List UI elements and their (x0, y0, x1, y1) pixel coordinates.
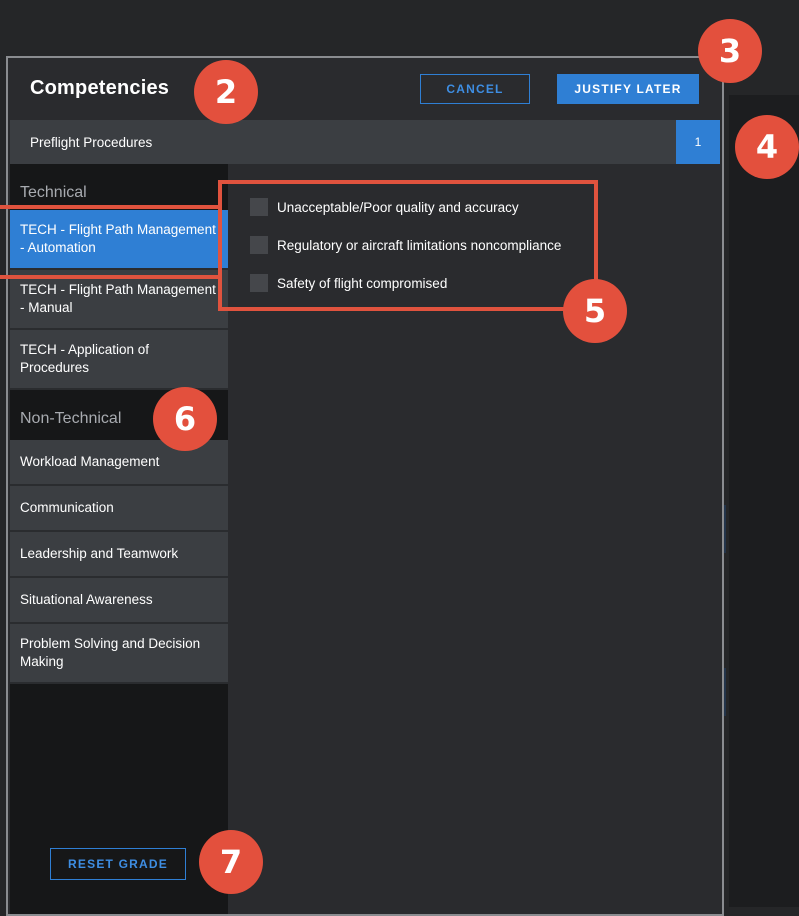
observation-label: Regulatory or aircraft limitations nonco… (277, 237, 562, 253)
phase-name: Preflight Procedures (30, 134, 153, 150)
observation-panel: Unacceptable/Poor quality and accuracy R… (228, 164, 720, 914)
observation-row[interactable]: Unacceptable/Poor quality and accuracy (250, 198, 519, 216)
observation-checkbox[interactable] (250, 236, 268, 254)
background-panel (729, 95, 799, 907)
observation-label: Unacceptable/Poor quality and accuracy (277, 199, 519, 215)
observation-checkbox[interactable] (250, 198, 268, 216)
competency-list: Technical TECH - Flight Path Management … (10, 164, 228, 914)
observation-row[interactable]: Safety of flight compromised (250, 274, 447, 292)
callout-badge: 4 (735, 115, 799, 179)
callout-badge: 7 (199, 830, 263, 894)
callout-badge: 5 (563, 279, 627, 343)
competency-item-problem-solving[interactable]: Problem Solving and Decision Making (10, 624, 228, 684)
modal-title: Competencies (30, 77, 170, 99)
phase-count-badge: 1 (676, 120, 720, 164)
reset-grade-button[interactable]: RESET GRADE (50, 848, 186, 880)
callout-badge: 3 (698, 19, 762, 83)
justify-later-button[interactable]: JUSTIFY LATER (557, 74, 699, 104)
observation-row[interactable]: Regulatory or aircraft limitations nonco… (250, 236, 561, 254)
competency-item-leadership-teamwork[interactable]: Leadership and Teamwork (10, 532, 228, 578)
competency-item-communication[interactable]: Communication (10, 486, 228, 532)
section-heading-non-technical: Non-Technical (20, 410, 122, 427)
competency-item-application-of-procedures[interactable]: TECH - Application of Procedures (10, 330, 228, 390)
section-heading-technical: Technical (20, 184, 87, 201)
competency-item-flight-path-manual[interactable]: TECH - Flight Path Management - Manual (10, 270, 228, 330)
cancel-button[interactable]: CANCEL (420, 74, 530, 104)
competency-item-situational-awareness[interactable]: Situational Awareness (10, 578, 228, 624)
phase-header: Preflight Procedures 1 (10, 120, 720, 164)
observation-checkbox[interactable] (250, 274, 268, 292)
callout-badge: 2 (194, 60, 258, 124)
competencies-modal: Competencies CANCEL JUSTIFY LATER Prefli… (6, 56, 724, 916)
observation-label: Safety of flight compromised (277, 275, 448, 291)
callout-badge: 6 (153, 387, 217, 451)
competency-item-flight-path-automation[interactable]: TECH - Flight Path Management - Automati… (10, 210, 228, 270)
